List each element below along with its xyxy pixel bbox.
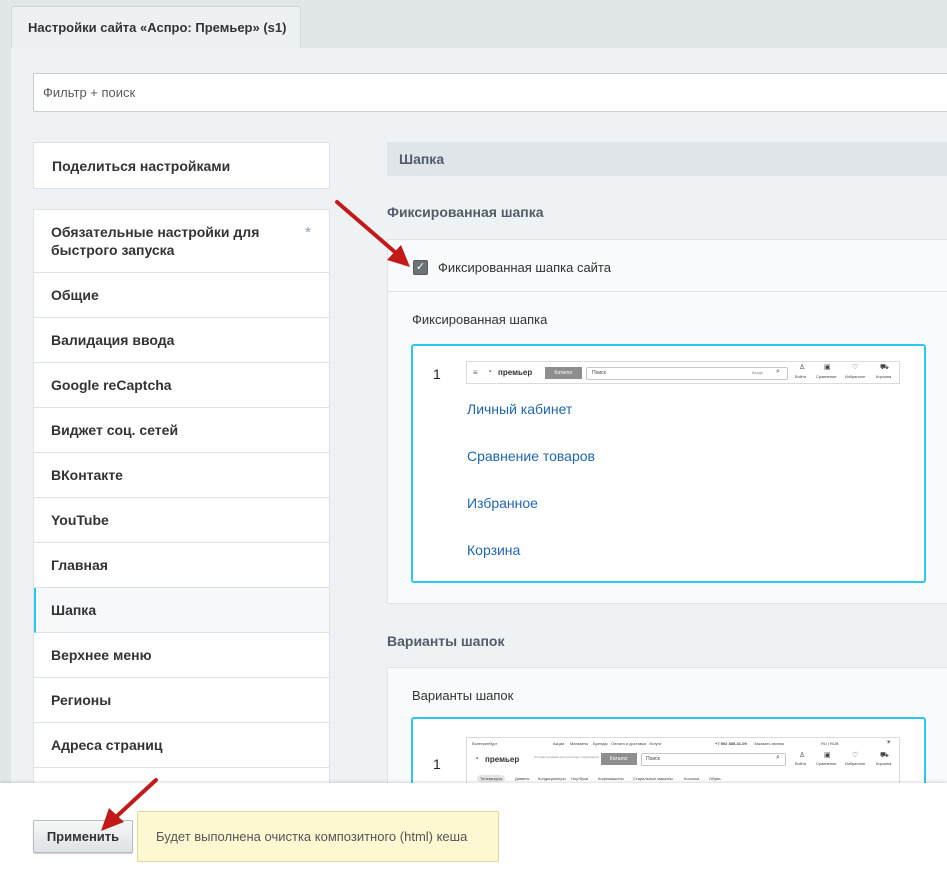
sidebar-item-recaptcha[interactable]: Google reCaptcha <box>34 363 329 408</box>
sidebar-item-header[interactable]: Шапка <box>34 588 329 633</box>
preview-compare-icon: ▣ <box>824 752 831 759</box>
sidebar-item-label: Google reCaptcha <box>51 377 172 393</box>
option-number: 1 <box>433 756 441 772</box>
tab-site-settings[interactable]: Настройки сайта «Аспро: Премьер» (s1) <box>11 6 301 49</box>
preview-menu-item: Обувь <box>709 776 721 781</box>
settings-sidebar: Обязательные настройки для быстрого запу… <box>33 209 330 789</box>
preview-logo: премьер <box>485 755 520 764</box>
option-number: 1 <box>433 366 441 382</box>
preview-favorites-label: Избранное <box>845 761 866 766</box>
preview-search-scope: Везде <box>752 370 764 375</box>
preview-search-text: Поиск <box>592 370 606 376</box>
sidebar-item-label: Адреса страниц <box>51 737 163 753</box>
preview-top-link: Магазины <box>570 741 589 746</box>
preview-cart-label: Корзина <box>876 374 892 379</box>
menu-icon: ≡ <box>473 368 478 377</box>
cache-notice: Будет выполнена очистка композитного (ht… <box>137 811 499 862</box>
sidebar-item-label: Регионы <box>51 692 112 708</box>
preview-menu-item: Стиральные машины <box>633 776 673 781</box>
preview-catalog-button: Каталог <box>545 367 582 379</box>
preview-lang: RU | RUB <box>821 741 839 746</box>
filter-search-field[interactable] <box>33 73 947 112</box>
sidebar-item-page-addresses[interactable]: Адреса страниц <box>34 723 329 768</box>
preview-favorites-icon: ♡ <box>852 752 859 759</box>
fixed-header-panel: Фиксированная шапка 1 ≡ ◔ премьер Катало… <box>387 291 947 604</box>
fixed-header-panel-title: Фиксированная шапка <box>412 312 548 327</box>
preview-menu-item: Телевизоры <box>477 775 506 782</box>
preview-menu-item: Колонки <box>684 776 700 781</box>
link-compare-products[interactable]: Сравнение товаров <box>467 448 595 464</box>
preview-cart-label: Корзина <box>876 761 892 766</box>
preview-menu-item: Диваны <box>515 776 530 781</box>
sidebar-item-main[interactable]: Главная <box>34 543 329 588</box>
share-settings-button[interactable]: Поделиться настройками <box>33 142 330 189</box>
section-title: Шапка <box>387 142 947 176</box>
logo-mark-icon: ◔ <box>487 367 492 376</box>
link-favorites[interactable]: Избранное <box>467 495 538 511</box>
preview-menu-item: Ноутбуки <box>571 776 589 781</box>
sidebar-item-label: YouTube <box>51 512 109 528</box>
fixed-header-preview: ≡ ◔ премьер Каталог Поиск Везде ⌕ ♙ Войт… <box>466 361 900 384</box>
sidebar-item-youtube[interactable]: YouTube <box>34 498 329 543</box>
preview-menu-item: Кондиционеры <box>538 776 566 781</box>
preview-login-icon: ♙ <box>799 752 806 759</box>
preview-menu-item: Кофемашины <box>598 776 624 781</box>
sidebar-item-label: Общие <box>51 287 99 303</box>
sidebar-item-quick-start[interactable]: Обязательные настройки для быстрого запу… <box>34 210 329 273</box>
preview-city: Екатеринбург <box>472 741 498 746</box>
filter-search-input[interactable] <box>34 74 947 111</box>
sidebar-item-label: Валидация ввода <box>51 332 175 348</box>
required-star-icon: * <box>305 224 311 241</box>
preview-search-icon: ⌕ <box>776 754 780 761</box>
header-variants-group-title: Варианты шапок <box>387 633 505 649</box>
sidebar-item-label: Верхнее меню <box>51 647 152 663</box>
preview-slogan: Оптовая продажа для розничных покупателе… <box>534 755 599 759</box>
preview-callback: Заказать звонок <box>754 741 784 746</box>
preview-top-link: Оплата и доставка <box>611 741 646 746</box>
preview-login-label: Войти <box>795 761 807 766</box>
header-variant-preview: Екатеринбург Акции Магазины Бренды Оплат… <box>466 737 900 787</box>
link-cart[interactable]: Корзина <box>467 542 520 558</box>
preview-login-icon: ♙ <box>799 364 806 371</box>
sidebar-item-top-menu[interactable]: Верхнее меню <box>34 633 329 678</box>
sidebar-item-label: Виджет соц. сетей <box>51 422 179 438</box>
sidebar-item-label: Главная <box>51 557 108 573</box>
preview-favorites-icon: ♡ <box>852 364 859 371</box>
preview-search-box <box>641 753 786 766</box>
sidebar-item-label: Обязательные настройки для быстрого запу… <box>51 224 260 258</box>
fixed-header-option[interactable]: 1 ≡ ◔ премьер Каталог Поиск Везде ⌕ ♙ Во… <box>411 344 926 583</box>
preview-compare-icon: ▣ <box>824 364 831 371</box>
sidebar-item-label: ВКонтакте <box>51 467 123 483</box>
sidebar-item-regions[interactable]: Регионы <box>34 678 329 723</box>
apply-button[interactable]: Применить <box>33 820 133 853</box>
preview-top-link: Акции <box>553 741 565 746</box>
preview-search-text: Поиск <box>646 756 660 762</box>
preview-login-label: Войти <box>795 374 807 379</box>
preview-phone: +7 902 385-41-09 <box>715 741 747 746</box>
sidebar-item-general[interactable]: Общие <box>34 273 329 318</box>
logo-mark-icon: ◔ <box>474 754 479 763</box>
preview-cart-icon: ⛟ <box>880 752 889 759</box>
preview-favorites-label: Избранное <box>845 374 866 379</box>
preview-theme-icon: ☀ <box>886 740 892 746</box>
preview-top-link: Услуги <box>649 741 662 746</box>
sidebar-item-label: Шапка <box>51 602 97 618</box>
fixed-header-checkbox[interactable]: ✓ <box>413 260 428 275</box>
preview-catalog-button: Каталог <box>601 753 637 765</box>
preview-logo: премьер <box>498 368 533 377</box>
fixed-header-checkbox-label[interactable]: Фиксированная шапка сайта <box>438 260 611 275</box>
sidebar-item-vkontakte[interactable]: ВКонтакте <box>34 453 329 498</box>
preview-compare-label: Сравнение <box>816 374 837 379</box>
sidebar-item-social-widget[interactable]: Виджет соц. сетей <box>34 408 329 453</box>
preview-search-icon: ⌕ <box>776 368 780 375</box>
preview-cart-icon: ⛟ <box>880 364 889 371</box>
fixed-header-group-title: Фиксированная шапка <box>387 204 544 220</box>
preview-compare-label: Сравнение <box>816 761 837 766</box>
header-variants-panel-title: Варианты шапок <box>412 688 514 703</box>
preview-top-link: Бренды <box>593 741 608 746</box>
link-personal-account[interactable]: Личный кабинет <box>467 401 572 417</box>
fixed-header-checkbox-row: ✓ Фиксированная шапка сайта <box>387 239 947 292</box>
sidebar-item-validation[interactable]: Валидация ввода <box>34 318 329 363</box>
